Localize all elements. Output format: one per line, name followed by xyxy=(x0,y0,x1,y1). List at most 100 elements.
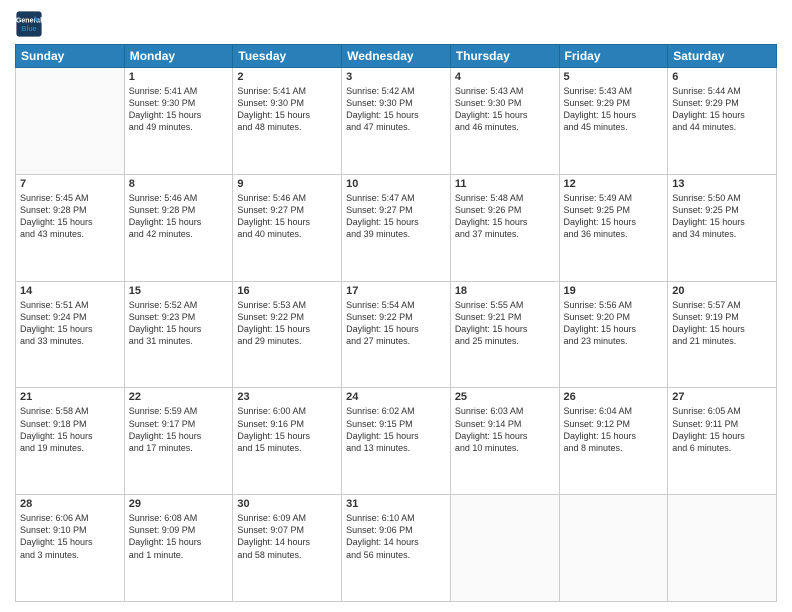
day-info: Sunrise: 6:09 AM Sunset: 9:07 PM Dayligh… xyxy=(237,512,337,561)
weekday-header-friday: Friday xyxy=(559,45,668,68)
day-info: Sunrise: 5:53 AM Sunset: 9:22 PM Dayligh… xyxy=(237,299,337,348)
logo-icon: General Blue xyxy=(15,10,43,38)
day-number: 1 xyxy=(129,71,229,83)
calendar-cell: 13 Sunrise: 5:50 AM Sunset: 9:25 PM Dayli… xyxy=(668,174,777,281)
day-number: 28 xyxy=(20,498,120,510)
day-number: 2 xyxy=(237,71,337,83)
day-number: 26 xyxy=(564,391,664,403)
calendar-cell: 31 Sunrise: 6:10 AM Sunset: 9:06 PM Dayli… xyxy=(342,495,451,602)
day-info: Sunrise: 5:44 AM Sunset: 9:29 PM Dayligh… xyxy=(672,85,772,134)
day-info: Sunrise: 5:41 AM Sunset: 9:30 PM Dayligh… xyxy=(237,85,337,134)
day-info: Sunrise: 5:55 AM Sunset: 9:21 PM Dayligh… xyxy=(455,299,555,348)
day-info: Sunrise: 5:51 AM Sunset: 9:24 PM Dayligh… xyxy=(20,299,120,348)
calendar-cell: 27 Sunrise: 6:05 AM Sunset: 9:11 PM Dayli… xyxy=(668,388,777,495)
calendar-cell: 23Sunrise: 6:00 AM Sunset: 9:16 PM Dayli… xyxy=(233,388,342,495)
page: General Blue SundayMondayTuesdayWednesda… xyxy=(0,0,792,612)
day-number: 11 xyxy=(455,178,555,190)
day-number: 19 xyxy=(564,285,664,297)
day-number: 5 xyxy=(564,71,664,83)
calendar-cell: 17Sunrise: 5:54 AM Sunset: 9:22 PM Dayli… xyxy=(342,281,451,388)
calendar-cell: 7Sunrise: 5:45 AM Sunset: 9:28 PM Daylig… xyxy=(16,174,125,281)
calendar-week-0: 1 Sunrise: 5:41 AM Sunset: 9:30 PM Daylig… xyxy=(16,68,777,175)
calendar-week-1: 7Sunrise: 5:45 AM Sunset: 9:28 PM Daylig… xyxy=(16,174,777,281)
day-info: Sunrise: 6:02 AM Sunset: 9:15 PM Dayligh… xyxy=(346,405,446,454)
day-number: 29 xyxy=(129,498,229,510)
day-number: 3 xyxy=(346,71,446,83)
day-info: Sunrise: 5:49 AM Sunset: 9:25 PM Dayligh… xyxy=(564,192,664,241)
weekday-header-thursday: Thursday xyxy=(450,45,559,68)
day-info: Sunrise: 5:50 AM Sunset: 9:25 PM Dayligh… xyxy=(672,192,772,241)
calendar-cell: 16 Sunrise: 5:53 AM Sunset: 9:22 PM Dayli… xyxy=(233,281,342,388)
calendar-cell xyxy=(450,495,559,602)
calendar-cell: 25Sunrise: 6:03 AM Sunset: 9:14 PM Dayli… xyxy=(450,388,559,495)
svg-text:Blue: Blue xyxy=(21,26,36,33)
day-number: 16 xyxy=(237,285,337,297)
day-number: 13 xyxy=(672,178,772,190)
day-info: Sunrise: 5:58 AM Sunset: 9:18 PM Dayligh… xyxy=(20,405,120,454)
day-number: 18 xyxy=(455,285,555,297)
day-number: 14 xyxy=(20,285,120,297)
calendar-cell: 15Sunrise: 5:52 AM Sunset: 9:23 PM Dayli… xyxy=(124,281,233,388)
day-info: Sunrise: 5:42 AM Sunset: 9:30 PM Dayligh… xyxy=(346,85,446,134)
day-number: 27 xyxy=(672,391,772,403)
day-number: 22 xyxy=(129,391,229,403)
day-info: Sunrise: 5:48 AM Sunset: 9:26 PM Dayligh… xyxy=(455,192,555,241)
calendar-cell: 3 Sunrise: 5:42 AM Sunset: 9:30 PM Daylig… xyxy=(342,68,451,175)
day-number: 20 xyxy=(672,285,772,297)
calendar-cell: 10 Sunrise: 5:47 AM Sunset: 9:27 PM Dayli… xyxy=(342,174,451,281)
day-number: 30 xyxy=(237,498,337,510)
calendar-cell: 2 Sunrise: 5:41 AM Sunset: 9:30 PM Daylig… xyxy=(233,68,342,175)
calendar-cell: 30 Sunrise: 6:09 AM Sunset: 9:07 PM Dayli… xyxy=(233,495,342,602)
day-info: Sunrise: 5:43 AM Sunset: 9:29 PM Dayligh… xyxy=(564,85,664,134)
calendar-cell: 1Sunrise: 5:41 AM Sunset: 9:30 PM Daylig… xyxy=(124,68,233,175)
calendar-table: SundayMondayTuesdayWednesdayThursdayFrid… xyxy=(15,44,777,602)
calendar-cell: 28 Sunrise: 6:06 AM Sunset: 9:10 PM Dayli… xyxy=(16,495,125,602)
day-info: Sunrise: 5:54 AM Sunset: 9:22 PM Dayligh… xyxy=(346,299,446,348)
day-number: 15 xyxy=(129,285,229,297)
day-info: Sunrise: 6:00 AM Sunset: 9:16 PM Dayligh… xyxy=(237,405,337,454)
weekday-header-saturday: Saturday xyxy=(668,45,777,68)
weekday-header-wednesday: Wednesday xyxy=(342,45,451,68)
calendar-header-row: SundayMondayTuesdayWednesdayThursdayFrid… xyxy=(16,45,777,68)
calendar-cell: 29 Sunrise: 6:08 AM Sunset: 9:09 PM Dayli… xyxy=(124,495,233,602)
weekday-header-sunday: Sunday xyxy=(16,45,125,68)
day-info: Sunrise: 6:03 AM Sunset: 9:14 PM Dayligh… xyxy=(455,405,555,454)
calendar-week-2: 14 Sunrise: 5:51 AM Sunset: 9:24 PM Dayli… xyxy=(16,281,777,388)
day-number: 9 xyxy=(237,178,337,190)
calendar-cell: 18 Sunrise: 5:55 AM Sunset: 9:21 PM Dayli… xyxy=(450,281,559,388)
logo: General Blue xyxy=(15,10,47,38)
day-info: Sunrise: 5:46 AM Sunset: 9:28 PM Dayligh… xyxy=(129,192,229,241)
calendar-cell: 26 Sunrise: 6:04 AM Sunset: 9:12 PM Dayli… xyxy=(559,388,668,495)
calendar-cell xyxy=(668,495,777,602)
day-info: Sunrise: 6:04 AM Sunset: 9:12 PM Dayligh… xyxy=(564,405,664,454)
day-info: Sunrise: 5:47 AM Sunset: 9:27 PM Dayligh… xyxy=(346,192,446,241)
calendar-cell: 19 Sunrise: 5:56 AM Sunset: 9:20 PM Dayli… xyxy=(559,281,668,388)
day-number: 4 xyxy=(455,71,555,83)
day-info: Sunrise: 5:57 AM Sunset: 9:19 PM Dayligh… xyxy=(672,299,772,348)
day-number: 12 xyxy=(564,178,664,190)
day-info: Sunrise: 6:10 AM Sunset: 9:06 PM Dayligh… xyxy=(346,512,446,561)
calendar-week-3: 21 Sunrise: 5:58 AM Sunset: 9:18 PM Dayli… xyxy=(16,388,777,495)
day-info: Sunrise: 5:45 AM Sunset: 9:28 PM Dayligh… xyxy=(20,192,120,241)
calendar-cell xyxy=(559,495,668,602)
calendar-cell: 8 Sunrise: 5:46 AM Sunset: 9:28 PM Daylig… xyxy=(124,174,233,281)
day-info: Sunrise: 6:06 AM Sunset: 9:10 PM Dayligh… xyxy=(20,512,120,561)
day-number: 21 xyxy=(20,391,120,403)
calendar-cell: 11 Sunrise: 5:48 AM Sunset: 9:26 PM Dayli… xyxy=(450,174,559,281)
calendar-cell xyxy=(16,68,125,175)
day-info: Sunrise: 6:05 AM Sunset: 9:11 PM Dayligh… xyxy=(672,405,772,454)
day-number: 24 xyxy=(346,391,446,403)
day-number: 31 xyxy=(346,498,446,510)
calendar-week-4: 28 Sunrise: 6:06 AM Sunset: 9:10 PM Dayli… xyxy=(16,495,777,602)
day-info: Sunrise: 5:43 AM Sunset: 9:30 PM Dayligh… xyxy=(455,85,555,134)
day-info: Sunrise: 6:08 AM Sunset: 9:09 PM Dayligh… xyxy=(129,512,229,561)
day-number: 10 xyxy=(346,178,446,190)
day-info: Sunrise: 5:59 AM Sunset: 9:17 PM Dayligh… xyxy=(129,405,229,454)
day-number: 8 xyxy=(129,178,229,190)
day-info: Sunrise: 5:56 AM Sunset: 9:20 PM Dayligh… xyxy=(564,299,664,348)
calendar-cell: 20 Sunrise: 5:57 AM Sunset: 9:19 PM Dayli… xyxy=(668,281,777,388)
header: General Blue xyxy=(15,10,777,38)
day-info: Sunrise: 5:46 AM Sunset: 9:27 PM Dayligh… xyxy=(237,192,337,241)
calendar-cell: 24 Sunrise: 6:02 AM Sunset: 9:15 PM Dayli… xyxy=(342,388,451,495)
calendar-cell: 6Sunrise: 5:44 AM Sunset: 9:29 PM Daylig… xyxy=(668,68,777,175)
